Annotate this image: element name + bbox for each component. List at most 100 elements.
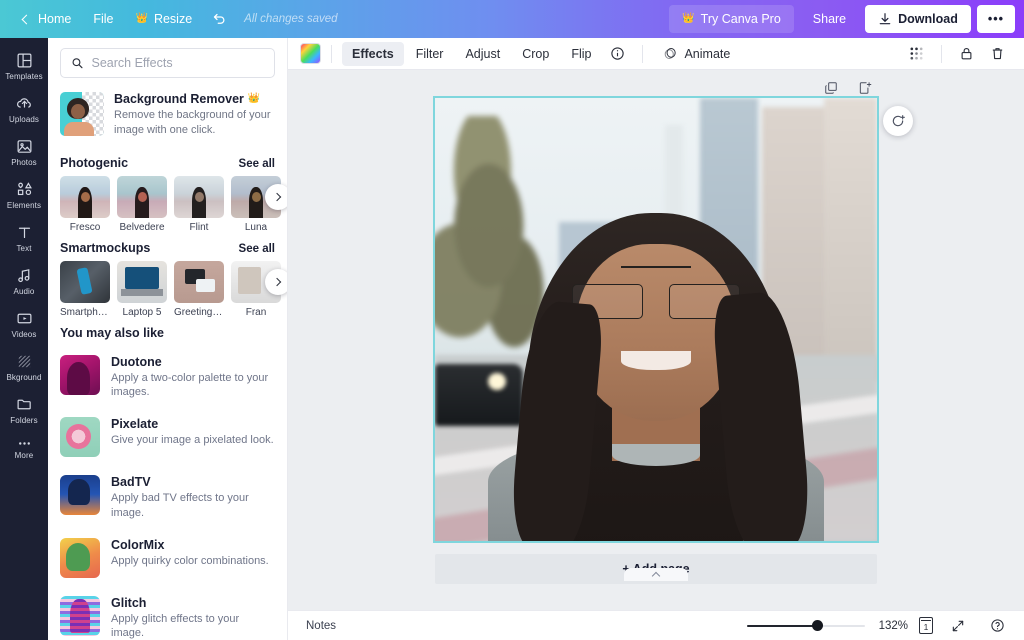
page-tools — [435, 78, 877, 98]
sidebar-item-text[interactable]: Text — [0, 216, 48, 259]
help-icon — [991, 619, 1004, 632]
tab-crop[interactable]: Crop — [512, 42, 559, 66]
delete-button[interactable] — [983, 41, 1012, 66]
crown-icon: 👑 — [247, 93, 261, 104]
toolbar-divider — [941, 44, 942, 63]
thumbnail — [60, 260, 110, 303]
transparency-button[interactable] — [902, 41, 931, 66]
color-swatch-button[interactable] — [300, 43, 321, 64]
undo-button[interactable] — [203, 7, 236, 32]
list-item[interactable]: Duotone Apply a two-color palette to you… — [48, 346, 287, 409]
photogenic-next-button[interactable] — [265, 183, 287, 210]
effect-text: Glitch Apply glitch effects to your imag… — [111, 596, 275, 640]
rotate-handle[interactable] — [883, 106, 913, 136]
resize-button[interactable]: 👑 Resize — [125, 6, 204, 32]
thumbnail-label: Fran — [245, 306, 267, 318]
duplicate-page-button[interactable] — [821, 78, 841, 98]
photogenic-row: Fresco Belvedere Flint Luna — [48, 175, 287, 233]
notes-button[interactable]: Notes — [300, 616, 342, 636]
list-item[interactable]: ColorMix Apply quirky color combinations… — [48, 529, 287, 587]
design-canvas[interactable] — [433, 96, 879, 543]
sidebar-item-templates[interactable]: Templates — [0, 44, 48, 87]
effect-description: Give your image a pixelated look. — [111, 434, 274, 447]
thumbnail — [117, 260, 167, 303]
list-item[interactable]: BadTV Apply bad TV effects to your image… — [48, 466, 287, 529]
sidebar-item-videos[interactable]: Videos — [0, 302, 48, 345]
slider-fill — [747, 624, 817, 627]
save-status: All changes saved — [244, 13, 338, 25]
info-button[interactable] — [603, 41, 632, 66]
zoom-slider[interactable] — [747, 619, 865, 633]
slider-knob[interactable] — [811, 620, 823, 631]
tab-filter[interactable]: Filter — [406, 42, 454, 66]
effect-text: ColorMix Apply quirky color combinations… — [111, 538, 269, 568]
tab-flip[interactable]: Flip — [561, 42, 601, 66]
photogenic-item-flint[interactable]: Flint — [174, 175, 224, 233]
sidebar-item-photos[interactable]: Photos — [0, 130, 48, 173]
photogenic-item-belvedere[interactable]: Belvedere — [117, 175, 167, 233]
editor-area: Effects Filter Adjust Crop Flip Animate — [288, 38, 1024, 640]
search-input[interactable] — [91, 56, 264, 70]
effect-name: ColorMix — [111, 537, 165, 552]
lock-icon — [961, 47, 972, 60]
tab-effects[interactable]: Effects — [342, 41, 404, 66]
background-remover-text: Background Remover 👑 Remove the backgrou… — [114, 92, 275, 138]
thumbnail-label: Fresco — [69, 221, 101, 233]
smartmockups-item-greeting-card[interactable]: Greeting car... — [174, 260, 224, 318]
add-page-button-top[interactable] — [855, 78, 875, 98]
sidebar-item-audio[interactable]: Audio — [0, 259, 48, 302]
sidebar-item-background[interactable]: Bkground — [0, 345, 48, 388]
editor-body: Templates Uploads Photos Elements Text A… — [0, 38, 1024, 640]
download-button[interactable]: Download — [865, 5, 971, 33]
rotate-icon — [892, 115, 905, 127]
canvas-area[interactable]: + Add page — [288, 70, 1024, 610]
tab-label: Filter — [415, 46, 444, 61]
sidebar-item-more[interactable]: More — [0, 431, 48, 466]
smartmockups-next-button[interactable] — [265, 268, 287, 295]
photogenic-item-fresco[interactable]: Fresco — [60, 175, 110, 233]
sidebar-item-elements[interactable]: Elements — [0, 173, 48, 216]
effect-description: Apply glitch effects to your image. — [111, 612, 240, 640]
search-box[interactable] — [60, 48, 275, 78]
tab-adjust[interactable]: Adjust — [455, 42, 510, 66]
help-button[interactable] — [983, 613, 1012, 638]
photo-smile — [620, 350, 692, 371]
duplicate-page-icon — [825, 82, 837, 94]
animate-button[interactable]: Animate — [653, 41, 740, 66]
sidebar-item-label: Templates — [5, 72, 43, 81]
effect-description: Apply quirky color combinations. — [111, 554, 269, 567]
photo-collar — [611, 443, 701, 466]
home-button[interactable]: Home — [12, 6, 82, 32]
effect-thumbnail — [60, 354, 100, 395]
thumb-body — [64, 122, 94, 136]
background-hatch-icon — [18, 355, 30, 368]
panel-scroll-area[interactable]: Background Remover 👑 Remove the backgrou… — [48, 38, 287, 640]
photogenic-section-header: Photogenic See all — [48, 148, 287, 176]
fullscreen-button[interactable] — [944, 614, 972, 638]
notes-collapse-tab[interactable] — [624, 568, 688, 581]
smartmockups-item-laptop[interactable]: Laptop 5 — [117, 260, 167, 318]
list-item[interactable]: Pixelate Give your image a pixelated loo… — [48, 408, 287, 466]
try-canva-pro-button[interactable]: 👑 Try Canva Pro — [669, 5, 794, 33]
photogenic-see-all[interactable]: See all — [239, 158, 275, 170]
chevron-up-icon — [651, 571, 661, 581]
share-button[interactable]: Share — [800, 5, 859, 33]
smartmockups-section-header: Smartmockups See all — [48, 233, 287, 261]
page-count-button[interactable]: 1 — [919, 617, 933, 634]
lock-button[interactable] — [952, 41, 981, 66]
sidebar-item-label: Uploads — [8, 115, 40, 124]
background-remover-item[interactable]: Background Remover 👑 Remove the backgrou… — [48, 84, 287, 148]
resize-label: Resize — [153, 12, 193, 26]
list-item[interactable]: Glitch Apply glitch effects to your imag… — [48, 587, 287, 640]
sidebar-item-uploads[interactable]: Uploads — [0, 87, 48, 130]
expand-icon — [952, 620, 964, 631]
more-label: ••• — [987, 12, 1004, 26]
more-options-button[interactable]: ••• — [976, 5, 1015, 33]
templates-icon — [17, 53, 31, 68]
photo-building — [823, 98, 877, 382]
sidebar-item-folders[interactable]: Folders — [0, 388, 48, 431]
smartmockups-item-smartphone[interactable]: Smartphone 2 — [60, 260, 110, 318]
file-menu-button[interactable]: File — [82, 6, 124, 32]
smartmockups-see-all[interactable]: See all — [239, 243, 275, 255]
left-rail: Templates Uploads Photos Elements Text A… — [0, 38, 48, 640]
